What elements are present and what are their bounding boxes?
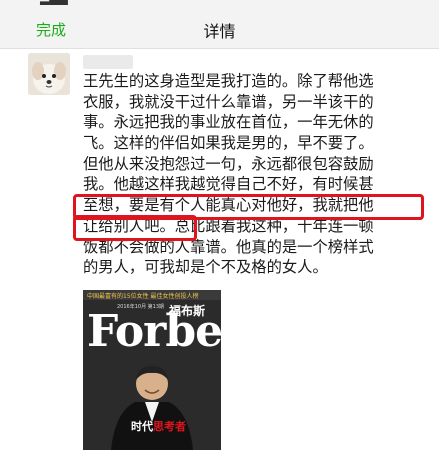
post-line: 衣服，我就没干过什么靠谱，另一半该干的 [83, 92, 374, 111]
post-line: 事。永远把我的事业放在首位，一年无休的 [83, 113, 374, 132]
status-fragment-left: ▂▃▅ [40, 0, 68, 5]
dog-avatar-icon [28, 53, 70, 95]
headline-prefix: 时代 [131, 420, 153, 433]
post-line: 但他从来没抱怨过一句，永远都很包容鼓励 [83, 154, 374, 173]
magazine-headline: 时代思考者 [131, 418, 186, 434]
highlight-box-line-2 [73, 215, 197, 241]
post-line: 飞。这样的伴侣如果我是男的，早不要了。 [83, 134, 374, 153]
post-line: 我。他越这样我越觉得自己不好，有时候甚 [83, 175, 374, 194]
magazine-tagline: 中国最富有的15位女性 最佳女性创投人榜 [87, 293, 199, 300]
man-in-suit-figure [111, 366, 193, 450]
avatar[interactable] [28, 53, 70, 95]
headline-accent: 思考者 [153, 420, 186, 433]
status-fragment-time: ▔▔▔ [195, 0, 223, 5]
post-body: 王先生的这身造型是我打造的。除了帮他选 衣服，我就没干过什么靠谱，另一半该干的 … [83, 71, 423, 278]
magazine-cover-image[interactable]: 中国最富有的15位女性 最佳女性创投人榜 2016年10月 第13期 Forbe… [83, 290, 221, 450]
page-title: 详情 [203, 22, 236, 41]
magazine-cn-title: 福布斯 [169, 304, 206, 318]
nav-bar: 完成 详情 [0, 6, 439, 49]
post-line: 的男人，可我却是个不及格的女人。 [83, 258, 328, 277]
author-name-blurred [83, 55, 133, 69]
post-line: 王先生的这身造型是我打造的。除了帮他选 [83, 72, 374, 90]
